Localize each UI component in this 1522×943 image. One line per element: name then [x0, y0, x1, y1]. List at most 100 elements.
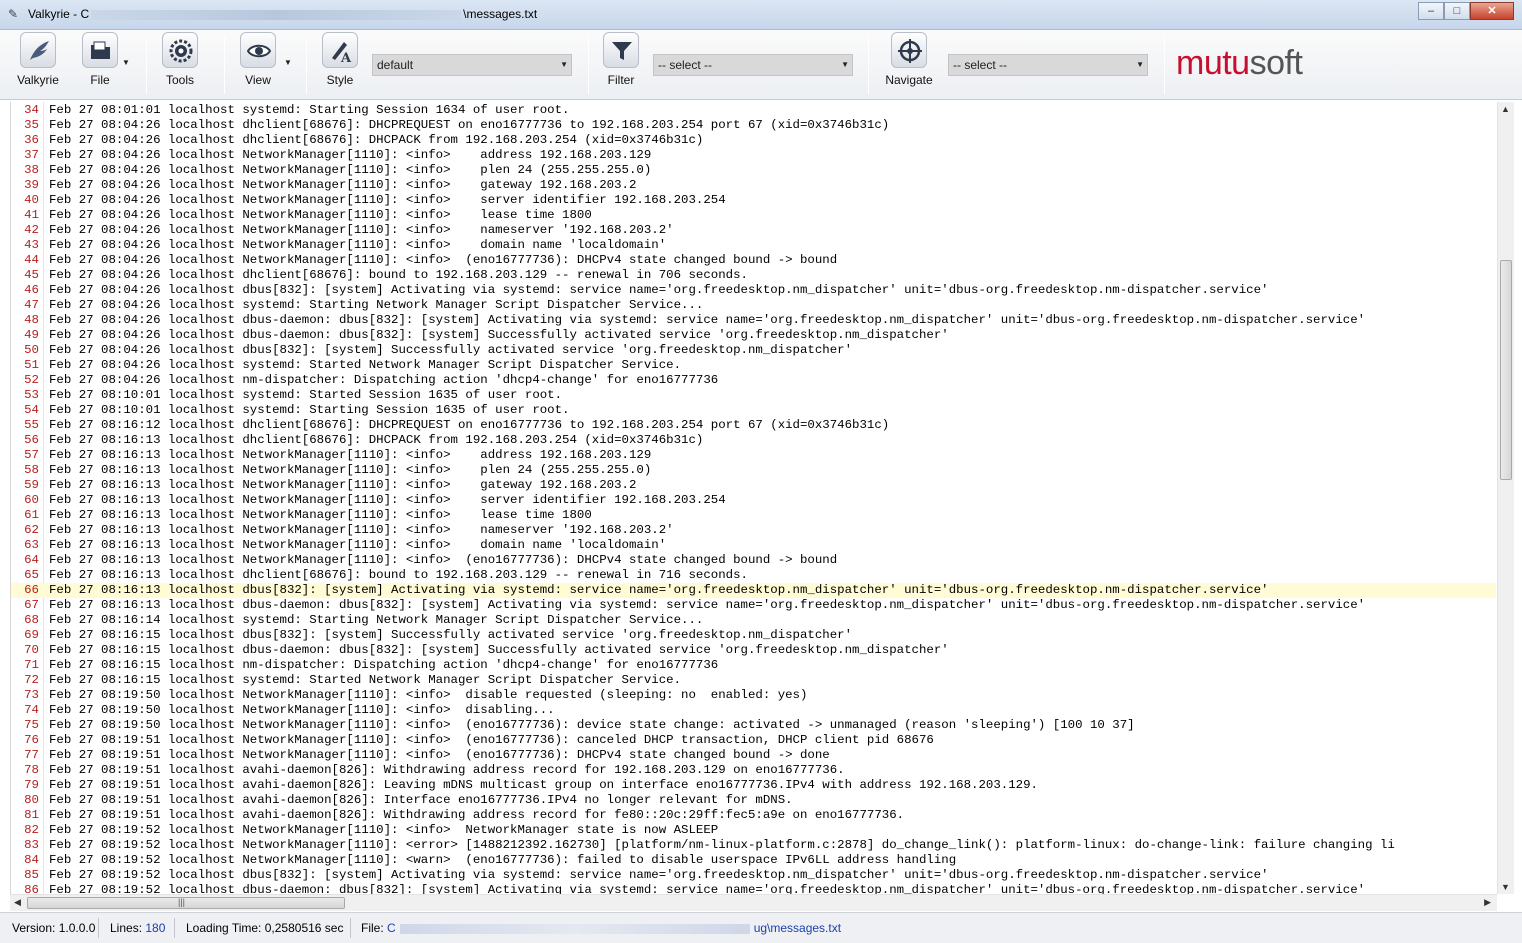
- log-line[interactable]: 65 Feb 27 08:16:13 localhost dhclient[686…: [11, 568, 1496, 583]
- line-number: 77: [24, 748, 39, 762]
- log-line[interactable]: 62 Feb 27 08:16:13 localhost NetworkManag…: [11, 523, 1496, 538]
- log-line[interactable]: 37 Feb 27 08:04:26 localhost NetworkManag…: [11, 148, 1496, 163]
- lines-value: 180: [145, 921, 166, 935]
- line-text: Feb 27 08:04:26 localhost NetworkManager…: [49, 163, 652, 177]
- navigate-button[interactable]: Navigate: [877, 32, 941, 90]
- line-text: Feb 27 08:19:52 localhost NetworkManager…: [49, 853, 957, 867]
- log-line[interactable]: 57 Feb 27 08:16:13 localhost NetworkManag…: [11, 448, 1496, 463]
- line-text: Feb 27 08:16:13 localhost NetworkManager…: [49, 463, 652, 477]
- scroll-left-icon[interactable]: ◀: [14, 897, 21, 908]
- minimize-button[interactable]: –: [1418, 2, 1444, 20]
- log-line[interactable]: 46 Feb 27 08:04:26 localhost dbus[832]: […: [11, 283, 1496, 298]
- close-button[interactable]: ✕: [1470, 2, 1514, 20]
- log-line[interactable]: 79 Feb 27 08:19:51 localhost avahi-daemon…: [11, 778, 1496, 793]
- log-line[interactable]: 42 Feb 27 08:04:26 localhost NetworkManag…: [11, 223, 1496, 238]
- file-path-status: File: Cug\messages.txt: [361, 921, 842, 935]
- log-line[interactable]: 61 Feb 27 08:16:13 localhost NetworkManag…: [11, 508, 1496, 523]
- style-button[interactable]: A Style: [314, 32, 366, 90]
- vertical-scroll-thumb[interactable]: [1500, 260, 1512, 480]
- log-line[interactable]: 66 Feb 27 08:16:13 localhost dbus[832]: […: [11, 583, 1496, 598]
- file-path-value[interactable]: ug\messages.txt: [754, 921, 841, 935]
- log-line[interactable]: 67 Feb 27 08:16:13 localhost dbus-daemon:…: [11, 598, 1496, 613]
- log-line[interactable]: 82 Feb 27 08:19:52 localhost NetworkManag…: [11, 823, 1496, 838]
- valkyrie-button[interactable]: Valkyrie: [12, 32, 64, 90]
- log-line[interactable]: 78 Feb 27 08:19:51 localhost avahi-daemon…: [11, 763, 1496, 778]
- log-line[interactable]: 69 Feb 27 08:16:15 localhost dbus[832]: […: [11, 628, 1496, 643]
- log-line[interactable]: 85 Feb 27 08:19:52 localhost dbus[832]: […: [11, 868, 1496, 883]
- log-line[interactable]: 84 Feb 27 08:19:52 localhost NetworkManag…: [11, 853, 1496, 868]
- navigate-select[interactable]: -- select -- ▼: [948, 54, 1148, 76]
- scroll-right-icon[interactable]: ▶: [1484, 897, 1491, 908]
- chevron-down-icon: ▼: [841, 60, 849, 69]
- vertical-scrollbar[interactable]: ▲ ▼: [1497, 102, 1514, 894]
- log-line[interactable]: 34 Feb 27 08:01:01 localhost systemd: Sta…: [11, 103, 1496, 118]
- log-line[interactable]: 55 Feb 27 08:16:12 localhost dhclient[686…: [11, 418, 1496, 433]
- log-line[interactable]: 50 Feb 27 08:04:26 localhost dbus[832]: […: [11, 343, 1496, 358]
- chevron-down-icon: ▼: [1136, 60, 1144, 69]
- log-line[interactable]: 38 Feb 27 08:04:26 localhost NetworkManag…: [11, 163, 1496, 178]
- log-line[interactable]: 76 Feb 27 08:19:51 localhost NetworkManag…: [11, 733, 1496, 748]
- line-text: Feb 27 08:19:50 localhost NetworkManager…: [49, 718, 1135, 732]
- log-line[interactable]: 63 Feb 27 08:16:13 localhost NetworkManag…: [11, 538, 1496, 553]
- view-dropdown-arrow-icon[interactable]: ▼: [284, 58, 292, 67]
- log-line[interactable]: 59 Feb 27 08:16:13 localhost NetworkManag…: [11, 478, 1496, 493]
- line-text: Feb 27 08:04:26 localhost dbus[832]: [sy…: [49, 343, 853, 357]
- log-line[interactable]: 68 Feb 27 08:16:14 localhost systemd: Sta…: [11, 613, 1496, 628]
- log-line[interactable]: 45 Feb 27 08:04:26 localhost dhclient[686…: [11, 268, 1496, 283]
- log-line[interactable]: 39 Feb 27 08:04:26 localhost NetworkManag…: [11, 178, 1496, 193]
- style-select[interactable]: default ▼: [372, 54, 572, 76]
- log-line[interactable]: 60 Feb 27 08:16:13 localhost NetworkManag…: [11, 493, 1496, 508]
- log-line[interactable]: 48 Feb 27 08:04:26 localhost dbus-daemon:…: [11, 313, 1496, 328]
- log-line[interactable]: 56 Feb 27 08:16:13 localhost dhclient[686…: [11, 433, 1496, 448]
- line-number: 39: [24, 178, 39, 192]
- log-line[interactable]: 40 Feb 27 08:04:26 localhost NetworkManag…: [11, 193, 1496, 208]
- log-line[interactable]: 75 Feb 27 08:19:50 localhost NetworkManag…: [11, 718, 1496, 733]
- log-line[interactable]: 81 Feb 27 08:19:51 localhost avahi-daemon…: [11, 808, 1496, 823]
- wing-icon: [20, 32, 56, 68]
- log-line[interactable]: 51 Feb 27 08:04:26 localhost systemd: Sta…: [11, 358, 1496, 373]
- tools-button[interactable]: Tools: [154, 32, 206, 90]
- filter-button[interactable]: Filter: [595, 32, 647, 90]
- log-line[interactable]: 49 Feb 27 08:04:26 localhost dbus-daemon:…: [11, 328, 1496, 343]
- log-line[interactable]: 70 Feb 27 08:16:15 localhost dbus-daemon:…: [11, 643, 1496, 658]
- log-line[interactable]: 41 Feb 27 08:04:26 localhost NetworkManag…: [11, 208, 1496, 223]
- log-line[interactable]: 71 Feb 27 08:16:15 localhost nm-dispatche…: [11, 658, 1496, 673]
- log-line[interactable]: 54 Feb 27 08:10:01 localhost systemd: Sta…: [11, 403, 1496, 418]
- toolbar: Valkyrie File ▼ Tools View ▼ A Style def…: [0, 30, 1522, 100]
- valkyrie-label: Valkyrie: [17, 73, 59, 87]
- log-line[interactable]: 43 Feb 27 08:04:26 localhost NetworkManag…: [11, 238, 1496, 253]
- scroll-up-icon[interactable]: ▲: [1501, 104, 1510, 114]
- log-line[interactable]: 80 Feb 27 08:19:51 localhost avahi-daemon…: [11, 793, 1496, 808]
- log-line[interactable]: 73 Feb 27 08:19:50 localhost NetworkManag…: [11, 688, 1496, 703]
- scroll-down-icon[interactable]: ▼: [1501, 882, 1510, 892]
- line-number: 45: [24, 268, 39, 282]
- log-line[interactable]: 83 Feb 27 08:19:52 localhost NetworkManag…: [11, 838, 1496, 853]
- style-select-value: default: [377, 58, 414, 72]
- log-line[interactable]: 47 Feb 27 08:04:26 localhost systemd: Sta…: [11, 298, 1496, 313]
- log-line[interactable]: 58 Feb 27 08:16:13 localhost NetworkManag…: [11, 463, 1496, 478]
- file-button[interactable]: File: [74, 32, 126, 90]
- file-dropdown-arrow-icon[interactable]: ▼: [122, 58, 130, 67]
- line-text: Feb 27 08:19:50 localhost NetworkManager…: [49, 703, 555, 717]
- line-number: 37: [24, 148, 39, 162]
- log-line[interactable]: 36 Feb 27 08:04:26 localhost dhclient[686…: [11, 133, 1496, 148]
- log-line[interactable]: 72 Feb 27 08:16:15 localhost systemd: Sta…: [11, 673, 1496, 688]
- log-line[interactable]: 86 Feb 27 08:19:52 localhost dbus-daemon:…: [11, 883, 1496, 894]
- toolbar-separator: [1164, 36, 1165, 94]
- log-view[interactable]: 34 Feb 27 08:01:01 localhost systemd: Sta…: [10, 102, 1496, 894]
- maximize-button[interactable]: □: [1444, 2, 1470, 20]
- line-number: 52: [24, 373, 39, 387]
- log-line[interactable]: 64 Feb 27 08:16:13 localhost NetworkManag…: [11, 553, 1496, 568]
- log-line[interactable]: 53 Feb 27 08:10:01 localhost systemd: Sta…: [11, 388, 1496, 403]
- log-line[interactable]: 74 Feb 27 08:19:50 localhost NetworkManag…: [11, 703, 1496, 718]
- horizontal-scrollbar[interactable]: ◀ ||| ▶: [10, 894, 1497, 911]
- filter-select[interactable]: -- select -- ▼: [653, 54, 853, 76]
- view-button[interactable]: View: [232, 32, 284, 90]
- log-line[interactable]: 44 Feb 27 08:04:26 localhost NetworkManag…: [11, 253, 1496, 268]
- log-line[interactable]: 52 Feb 27 08:04:26 localhost nm-dispatche…: [11, 373, 1496, 388]
- line-number: 56: [24, 433, 39, 447]
- log-line[interactable]: 77 Feb 27 08:19:51 localhost NetworkManag…: [11, 748, 1496, 763]
- log-line[interactable]: 35 Feb 27 08:04:26 localhost dhclient[686…: [11, 118, 1496, 133]
- version-value: 1.0.0.0: [58, 921, 96, 935]
- horizontal-scroll-thumb[interactable]: |||: [27, 897, 345, 909]
